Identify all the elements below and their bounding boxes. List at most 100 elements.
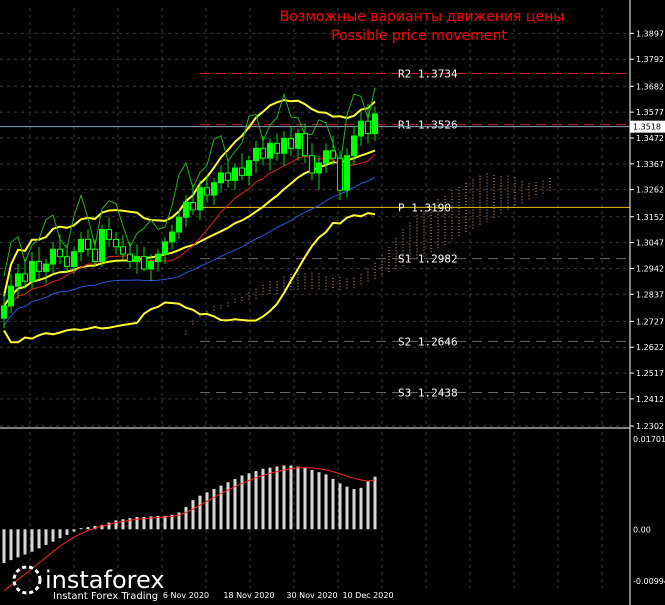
histogram-bar xyxy=(205,492,209,530)
date-label: 6 Nov 2020 xyxy=(163,591,209,600)
date-label: 10 Dec 2020 xyxy=(342,591,393,600)
candle-body xyxy=(43,263,49,272)
candle-body xyxy=(253,147,259,162)
candle-body xyxy=(260,147,266,159)
chart-title-en: Possible price movement xyxy=(331,28,507,44)
candle-body xyxy=(274,142,280,154)
price-tick-label: 1.3682 xyxy=(636,82,664,91)
candle-body xyxy=(204,187,210,196)
histogram-bar xyxy=(9,529,13,561)
level-label-r2: R2 1.3734 xyxy=(398,67,458,80)
candle-body xyxy=(302,133,308,157)
chart-title-ru: Возможные варианты движения цены xyxy=(280,9,565,25)
histogram-bar xyxy=(373,476,377,530)
candle-body xyxy=(372,113,378,135)
price-tick-label: 1.2412 xyxy=(636,395,664,404)
histogram-bar xyxy=(338,483,342,530)
date-label: 18 Nov 2020 xyxy=(223,591,274,600)
candle-body xyxy=(29,261,35,282)
candle-body xyxy=(309,155,315,174)
candle-body xyxy=(92,248,98,263)
histogram-bar xyxy=(198,495,202,530)
histogram-bar xyxy=(23,529,27,555)
histogram-bar xyxy=(296,466,300,530)
price-tick-label: 1.3792 xyxy=(636,55,664,64)
level-label-s3: S3 1.2438 xyxy=(398,387,458,400)
histogram-bar xyxy=(247,473,251,530)
candle-body xyxy=(22,273,28,282)
candle-body xyxy=(57,248,63,258)
candle-body xyxy=(155,253,161,263)
brand-name: instaforex xyxy=(45,566,165,594)
price-tick-label: 1.3577 xyxy=(636,108,664,117)
histogram-bar xyxy=(352,488,356,530)
candle-body xyxy=(232,167,238,181)
price-chart: R2 1.3734 R1 1.3526 P 1.3190 S1 1.2982 S2 1.… xyxy=(0,0,665,605)
oscillator-tick-label: 0.00 xyxy=(633,525,651,534)
candle-body xyxy=(197,187,203,211)
histogram-bar xyxy=(212,488,216,530)
candle-body xyxy=(225,172,231,181)
histogram-bar xyxy=(268,467,272,530)
candle-body xyxy=(330,150,336,159)
indicator-lines xyxy=(3,87,376,344)
candle-body xyxy=(162,241,168,255)
date-label: 30 Nov 2020 xyxy=(286,591,337,600)
price-tick-label: 1.3367 xyxy=(636,160,664,169)
price-tick-label: 1.2727 xyxy=(636,317,664,326)
candle-body xyxy=(176,216,182,233)
candle-body xyxy=(134,256,140,263)
price-tick-label: 1.2837 xyxy=(636,290,664,299)
ichimoku-cloud xyxy=(185,173,551,336)
candle-body xyxy=(183,201,189,218)
histogram-bar xyxy=(310,469,314,530)
candle-body xyxy=(141,256,147,270)
candle-body xyxy=(99,229,105,263)
candle-body xyxy=(71,251,77,267)
candle-body xyxy=(36,261,42,272)
level-label-p: P 1.3190 xyxy=(398,201,451,214)
histogram-bar xyxy=(275,466,279,530)
price-tick-label: 1.3472 xyxy=(636,134,664,143)
level-label-s2: S2 1.2646 xyxy=(398,335,458,348)
histogram-bar xyxy=(114,520,118,530)
histogram-bar xyxy=(289,465,293,530)
candle-body xyxy=(211,182,217,196)
histogram-bar xyxy=(44,529,48,545)
candle-body xyxy=(8,285,14,307)
date-axis: 6 Nov 2020 18 Nov 2020 30 Nov 2020 10 Dec 2… xyxy=(163,591,394,600)
histogram-bar xyxy=(254,471,258,530)
current-price-label: 1.3518 xyxy=(633,123,661,132)
candle-body xyxy=(281,137,287,154)
price-tick-label: 1.2517 xyxy=(636,369,664,378)
histogram-bar xyxy=(345,486,349,530)
histogram-bar xyxy=(366,481,370,530)
candle-body xyxy=(106,229,112,240)
histogram-bar xyxy=(331,478,335,530)
candle-body xyxy=(246,160,252,176)
candle-body xyxy=(316,162,322,174)
price-tick-label: 1.2942 xyxy=(636,264,664,273)
price-tick-label: 1.3152 xyxy=(636,213,664,222)
candle-body xyxy=(50,248,56,265)
candle-body xyxy=(64,256,70,267)
histogram-bar xyxy=(58,529,62,539)
brand-tagline: Instant Forex Trading xyxy=(53,591,158,602)
histogram-bar xyxy=(261,468,265,530)
histogram-bar xyxy=(37,529,41,549)
candle-body xyxy=(358,120,364,137)
histogram-bar xyxy=(30,529,34,552)
histogram-bar xyxy=(317,472,321,530)
histogram-bar xyxy=(191,500,195,530)
candle-body xyxy=(169,231,175,243)
candle-body xyxy=(351,135,357,157)
histogram-bar xyxy=(16,529,20,558)
histogram-bar xyxy=(324,474,328,530)
price-tick-label: 1.2302 xyxy=(636,422,664,431)
candle-body xyxy=(295,133,301,149)
price-tick-label: 1.3047 xyxy=(636,239,664,248)
histogram-bar xyxy=(121,519,125,530)
candle-body xyxy=(365,120,371,135)
histogram-bar xyxy=(359,487,363,530)
candle-body xyxy=(78,238,84,253)
